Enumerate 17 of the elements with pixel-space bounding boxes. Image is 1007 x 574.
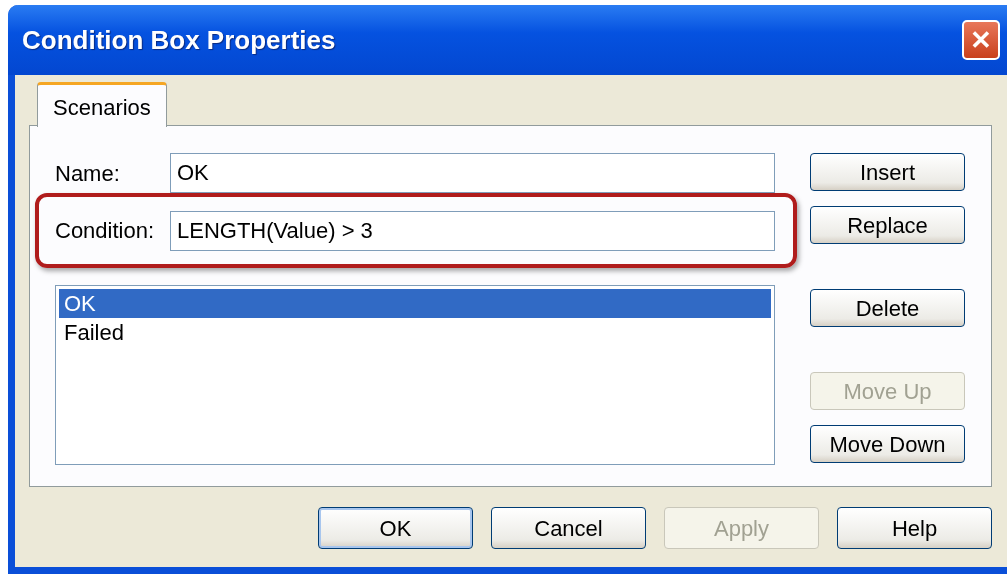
field-label: Condition: bbox=[55, 217, 156, 245]
tab[interactable]: Scenarios bbox=[37, 82, 167, 127]
dialog-button[interactable]: Cancel bbox=[491, 507, 646, 549]
input-field[interactable]: OK bbox=[170, 153, 775, 193]
dialog-button[interactable]: OK bbox=[318, 507, 473, 549]
side-button[interactable]: Move Down bbox=[810, 425, 965, 463]
side-button[interactable]: Insert bbox=[810, 153, 965, 191]
input-field[interactable]: LENGTH(Value) > 3 bbox=[170, 210, 775, 251]
scenario-list[interactable]: OK Failed bbox=[55, 285, 775, 465]
window-title: Condition Box Properties bbox=[22, 23, 336, 57]
side-button[interactable]: Replace bbox=[810, 206, 965, 244]
side-button[interactable]: Delete bbox=[810, 289, 965, 327]
dialog-button[interactable]: Help bbox=[837, 507, 992, 549]
list-item[interactable]: Failed bbox=[59, 318, 771, 347]
list-item[interactable]: OK bbox=[59, 289, 771, 318]
field-label: Name: bbox=[55, 159, 121, 188]
close-button[interactable]: ✕ bbox=[962, 20, 1000, 60]
